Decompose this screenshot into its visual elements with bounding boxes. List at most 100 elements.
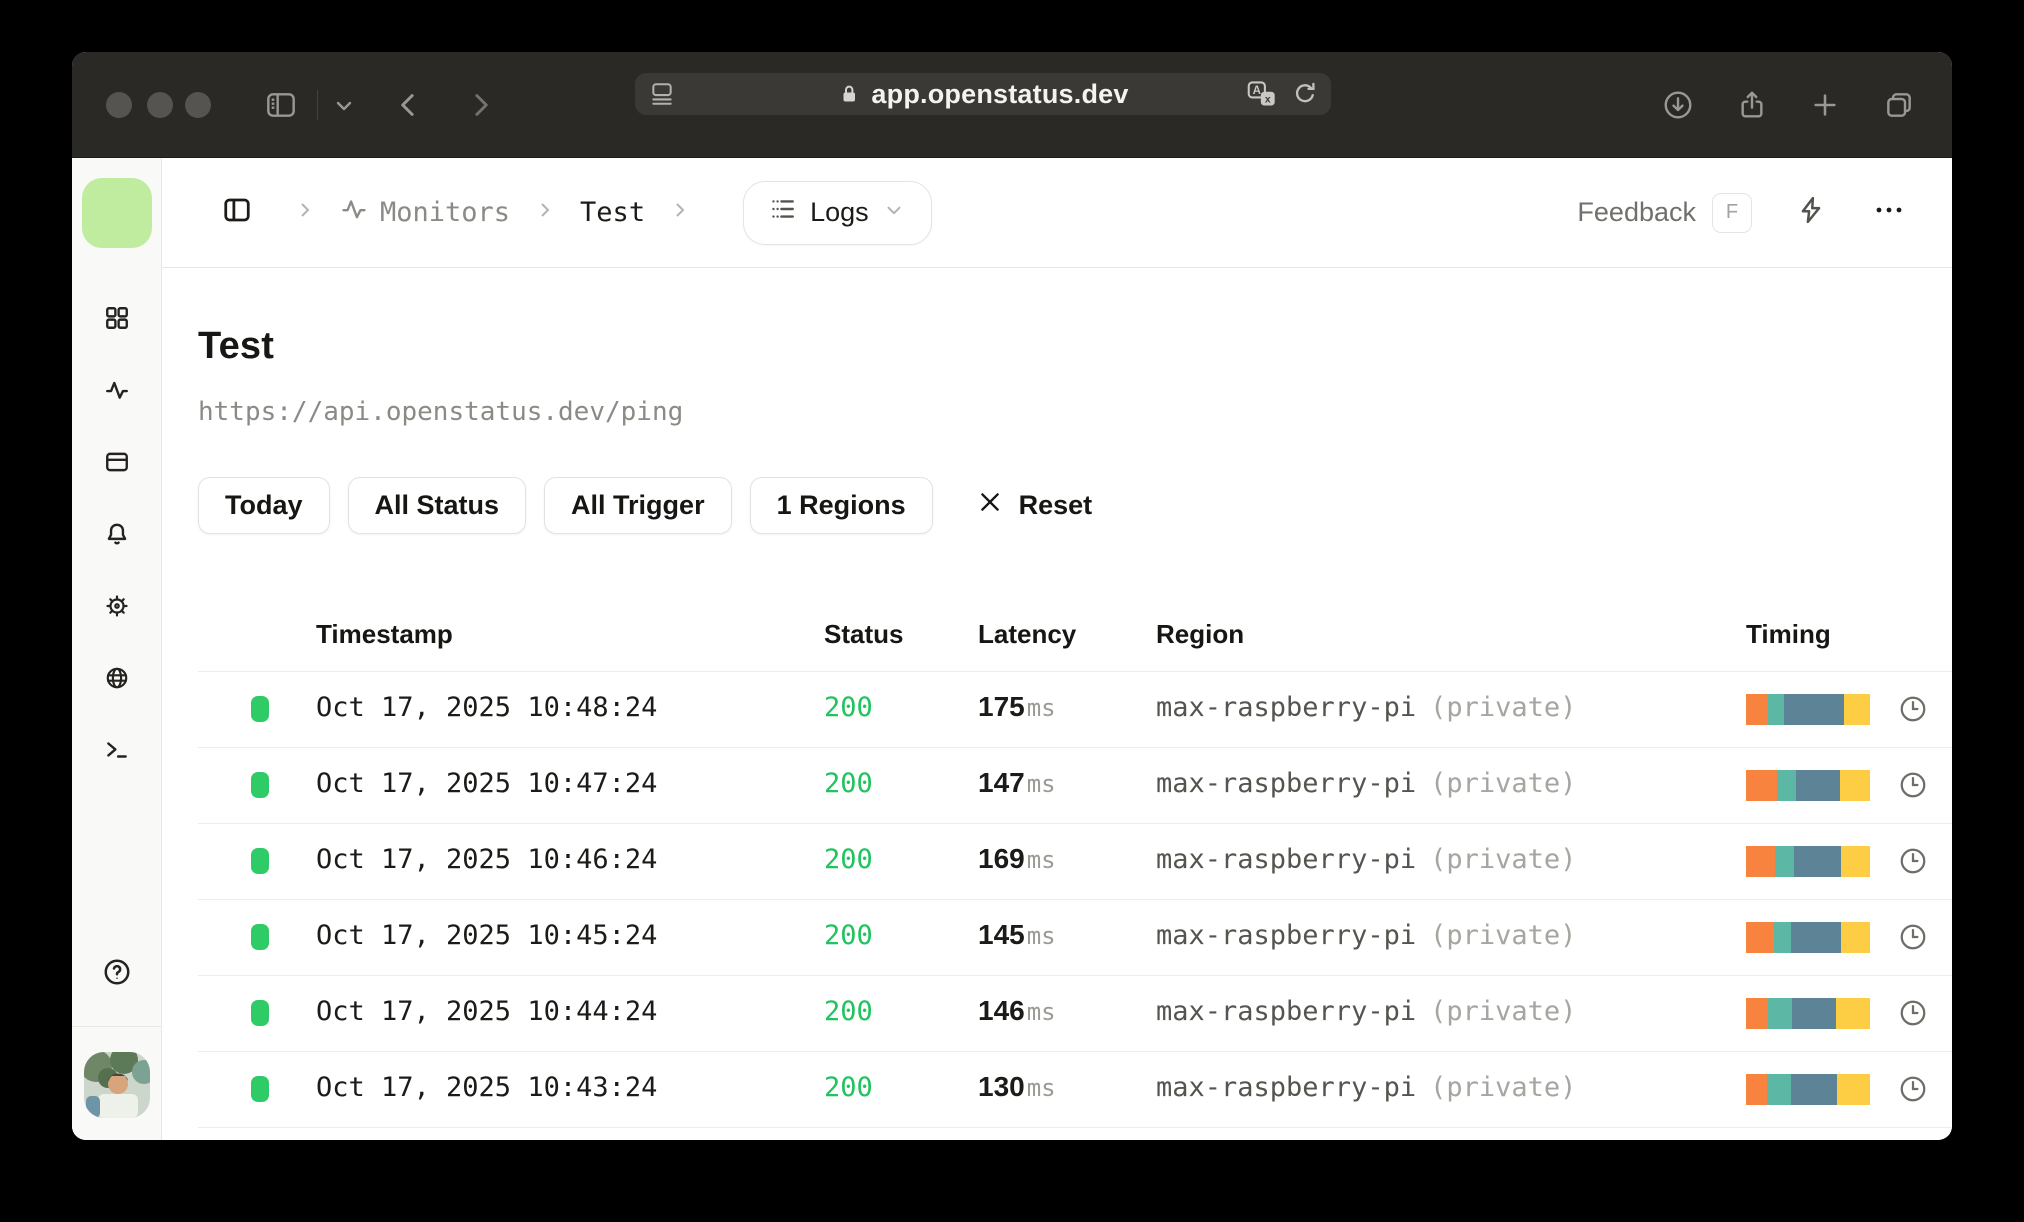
- timestamp-cell: Oct 17, 2025 10:43:24: [316, 1072, 658, 1103]
- dashboard-grid-icon[interactable]: [104, 305, 130, 331]
- page-body: Test https://api.openstatus.dev/ping Tod…: [162, 268, 1952, 1128]
- app-root: Monitors Test Logs Feedback F Test https…: [72, 158, 1952, 1140]
- forward-icon[interactable]: [465, 89, 495, 121]
- terminal-icon[interactable]: [104, 737, 130, 763]
- latency-cell: 130ms: [978, 1071, 1056, 1102]
- download-icon[interactable]: [1662, 89, 1694, 121]
- filter-date-button[interactable]: Today: [198, 477, 330, 534]
- filter-status-button[interactable]: All Status: [347, 477, 527, 534]
- col-latency: Latency: [978, 619, 1077, 649]
- timing-bar: [1746, 846, 1870, 877]
- feedback-button[interactable]: Feedback: [1577, 197, 1696, 228]
- breadcrumb-monitors[interactable]: Monitors: [340, 195, 510, 230]
- chevron-right-icon: [536, 200, 554, 225]
- traffic-light-minimize[interactable]: [147, 92, 173, 118]
- back-icon[interactable]: [394, 89, 424, 121]
- new-tab-icon[interactable]: [1809, 89, 1841, 121]
- traffic-light-close[interactable]: [106, 92, 132, 118]
- sidebar-toggle-icon[interactable]: [265, 89, 297, 121]
- feedback-shortcut-badge: F: [1712, 192, 1752, 233]
- region-cell: max-raspberry-pi (private): [1156, 1072, 1577, 1103]
- timing-bar: [1746, 1074, 1870, 1105]
- reset-filters-button[interactable]: Reset: [977, 489, 1092, 522]
- timestamp-cell: Oct 17, 2025 10:44:24: [316, 996, 658, 1027]
- page-settings-icon[interactable]: [649, 81, 675, 107]
- region-cell: max-raspberry-pi (private): [1156, 768, 1577, 799]
- gear-icon[interactable]: [104, 593, 130, 619]
- timestamp-cell: Oct 17, 2025 10:46:24: [316, 844, 658, 875]
- activity-icon[interactable]: [104, 377, 130, 403]
- table-header: Timestamp Status Latency Region Timing: [198, 611, 1952, 672]
- screenshot-root: app.openstatus.dev A x Monitors Test Log…: [0, 0, 2024, 1222]
- toolbar-divider: [317, 90, 318, 120]
- app-content: Monitors Test Logs Feedback F Test https…: [162, 158, 1952, 1140]
- user-avatar[interactable]: [83, 1052, 150, 1118]
- table-row[interactable]: Oct 17, 2025 10:47:24 200 147ms max-rasp…: [198, 748, 1952, 824]
- status-cell: 200: [824, 692, 873, 723]
- view-selector-label: Logs: [810, 197, 869, 227]
- status-cell: 200: [824, 768, 873, 799]
- bell-icon[interactable]: [104, 521, 130, 547]
- clock-icon[interactable]: [1898, 1074, 1928, 1109]
- status-cell: 200: [824, 996, 873, 1027]
- timing-bar: [1746, 770, 1870, 801]
- table-row[interactable]: Oct 17, 2025 10:48:24 200 175ms max-rasp…: [198, 672, 1952, 748]
- reload-icon[interactable]: [1291, 80, 1319, 108]
- endpoint-url: https://api.openstatus.dev/ping: [198, 397, 684, 427]
- table-row[interactable]: Oct 17, 2025 10:43:24 200 130ms max-rasp…: [198, 1052, 1952, 1128]
- clock-icon[interactable]: [1898, 998, 1928, 1033]
- clock-icon[interactable]: [1898, 694, 1928, 729]
- app-header: Monitors Test Logs Feedback F: [162, 158, 1952, 268]
- tab-overview-icon[interactable]: [1882, 89, 1916, 121]
- table-row[interactable]: Oct 17, 2025 10:46:24 200 169ms max-rasp…: [198, 824, 1952, 900]
- clock-icon[interactable]: [1898, 770, 1928, 805]
- activity-icon: [340, 195, 368, 230]
- help-icon[interactable]: [102, 957, 132, 992]
- traffic-light-zoom[interactable]: [185, 92, 211, 118]
- zap-icon[interactable]: [1796, 195, 1826, 230]
- view-selector-logs[interactable]: Logs: [743, 180, 932, 245]
- sidebar-chevron-icon[interactable]: [334, 100, 354, 114]
- region-cell: max-raspberry-pi (private): [1156, 692, 1577, 723]
- breadcrumb-monitor-name[interactable]: Test: [580, 197, 645, 228]
- status-cell: 200: [824, 844, 873, 875]
- clock-icon[interactable]: [1898, 846, 1928, 881]
- timestamp-cell: Oct 17, 2025 10:47:24: [316, 768, 658, 799]
- chevron-down-icon: [883, 197, 905, 228]
- table-row[interactable]: Oct 17, 2025 10:44:24 200 146ms max-rasp…: [198, 976, 1952, 1052]
- svg-text:A: A: [1253, 85, 1262, 97]
- table-row[interactable]: Oct 17, 2025 10:45:24 200 145ms max-rasp…: [198, 900, 1952, 976]
- sidebar-footer-divider: [72, 1026, 161, 1027]
- status-dot: [251, 772, 269, 798]
- url-text: app.openstatus.dev: [871, 78, 1129, 109]
- latency-cell: 175ms: [978, 691, 1056, 722]
- ellipsis-icon[interactable]: [1872, 195, 1906, 230]
- latency-cell: 145ms: [978, 919, 1056, 950]
- filter-trigger-button[interactable]: All Trigger: [544, 477, 732, 534]
- region-cell: max-raspberry-pi (private): [1156, 844, 1577, 875]
- translate-icon[interactable]: A x: [1247, 80, 1277, 108]
- status-cell: 200: [824, 920, 873, 951]
- share-icon[interactable]: [1736, 89, 1768, 121]
- status-cell: 200: [824, 1072, 873, 1103]
- latency-cell: 147ms: [978, 767, 1056, 798]
- address-bar[interactable]: app.openstatus.dev A x: [635, 73, 1331, 115]
- status-dot: [251, 1000, 269, 1026]
- col-region: Region: [1156, 619, 1245, 649]
- latency-cell: 169ms: [978, 843, 1056, 874]
- status-page-icon[interactable]: [104, 449, 130, 475]
- workspace-logo[interactable]: [81, 178, 152, 248]
- timing-bar: [1746, 694, 1870, 725]
- list-icon: [770, 196, 796, 229]
- panel-left-icon[interactable]: [222, 195, 252, 230]
- chevron-right-icon: [671, 200, 689, 225]
- browser-toolbar: app.openstatus.dev A x: [72, 52, 1952, 158]
- timestamp-cell: Oct 17, 2025 10:45:24: [316, 920, 658, 951]
- svg-text:x: x: [1265, 95, 1271, 106]
- globe-icon[interactable]: [104, 665, 130, 691]
- filter-regions-button[interactable]: 1 Regions: [749, 477, 933, 534]
- lock-icon: [837, 81, 861, 107]
- region-cell: max-raspberry-pi (private): [1156, 996, 1577, 1027]
- clock-icon[interactable]: [1898, 922, 1928, 957]
- app-sidebar: [72, 158, 162, 1140]
